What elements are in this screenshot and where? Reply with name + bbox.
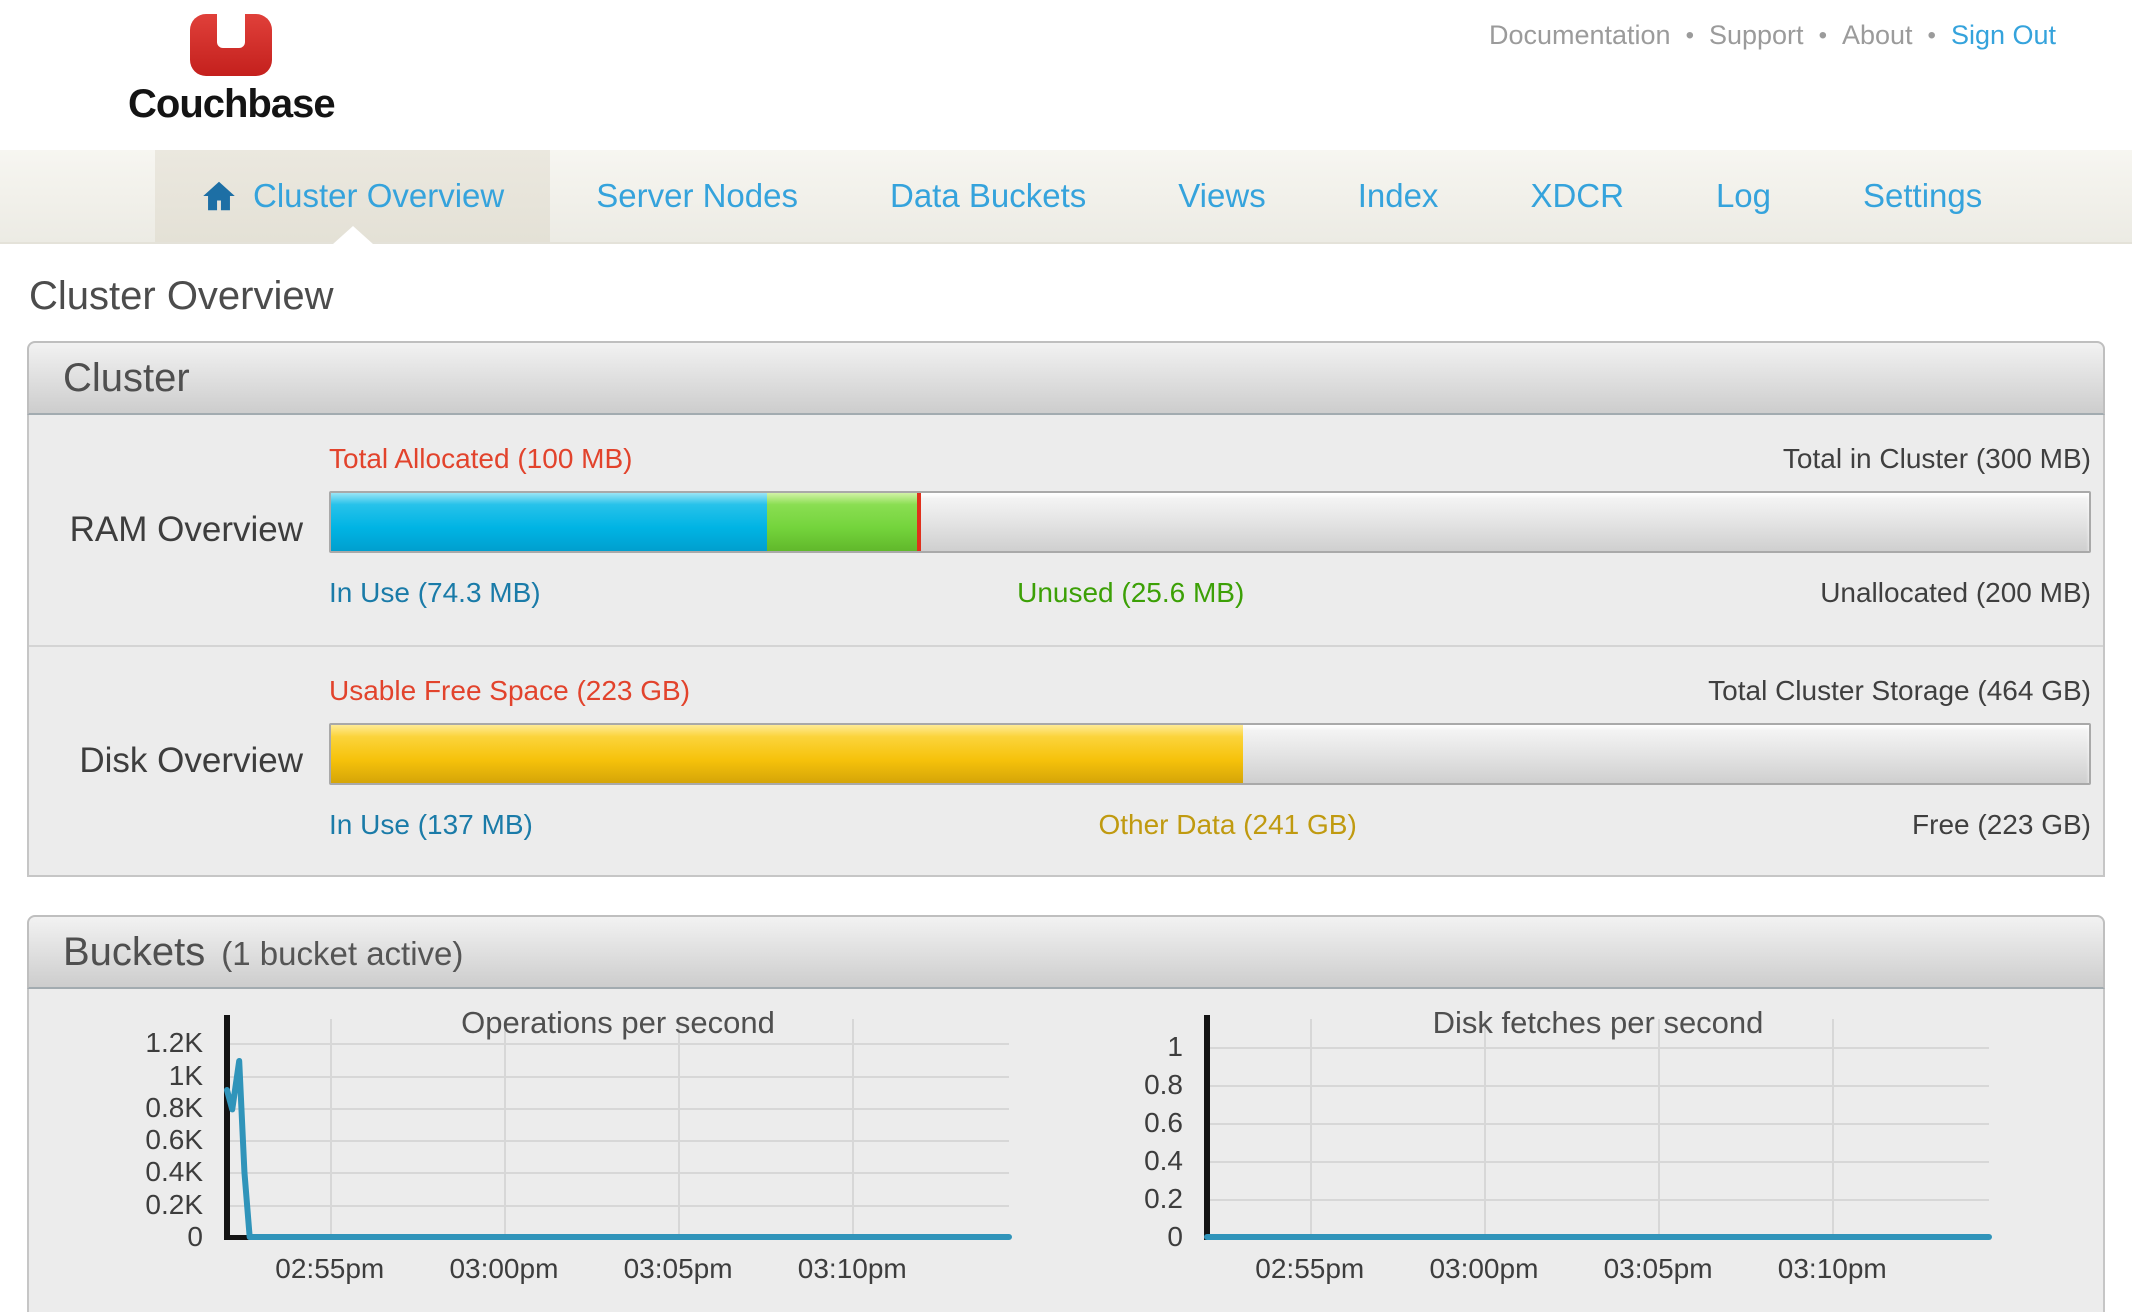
main-nav: Cluster Overview Server Nodes Data Bucke… xyxy=(0,150,2132,244)
ram-overview-row: RAM Overview Total Allocated (100 MB) To… xyxy=(29,415,2103,645)
couchbase-logo-text: Couchbase xyxy=(128,82,335,127)
ram-unused-segment xyxy=(767,493,918,551)
buckets-panel: Buckets (1 bucket active) Operations per… xyxy=(27,915,2105,1312)
home-icon xyxy=(201,178,237,214)
operations-per-second-chart: Operations per second 00.2K0.4K0.6K0.8K1… xyxy=(139,1005,1015,1297)
ops-chart-y-axis-labels: 00.2K0.4K0.6K0.8K1K1.2K xyxy=(139,1019,215,1237)
disk-usable-free-label: Usable Free Space (223 GB) xyxy=(329,675,690,707)
ram-unallocated-label: Unallocated (200 MB) xyxy=(1820,577,2091,609)
bucket-charts: Operations per second 00.2K0.4K0.6K0.8K1… xyxy=(29,989,2103,1312)
tab-views[interactable]: Views xyxy=(1132,150,1311,242)
buckets-panel-header: Buckets (1 bucket active) xyxy=(27,915,2105,989)
couchbase-console: Couchbase Documentation • Support • Abou… xyxy=(0,0,2132,1312)
fetches-chart-title: Disk fetches per second xyxy=(1207,1005,1989,1041)
ops-chart-title: Operations per second xyxy=(227,1005,1009,1041)
tab-label: Cluster Overview xyxy=(253,177,504,215)
disk-usage-bar xyxy=(329,723,2091,785)
link-separator: • xyxy=(1686,22,1694,50)
disk-other-data-label: Other Data (241 GB) xyxy=(1098,809,1356,841)
tab-settings[interactable]: Settings xyxy=(1817,150,2028,242)
ops-series-line xyxy=(227,1019,1009,1237)
fetches-chart-x-axis-labels: 02:55pm03:00pm03:05pm03:10pm xyxy=(1207,1251,1989,1291)
about-link[interactable]: About xyxy=(1842,20,1913,51)
buckets-active-count: (1 bucket active) xyxy=(221,919,463,989)
buckets-panel-title: Buckets xyxy=(63,917,205,987)
ram-unused-label: Unused (25.6 MB) xyxy=(1017,577,1244,609)
cluster-panel: Cluster RAM Overview Total Allocated (10… xyxy=(27,341,2105,877)
page-title: Cluster Overview xyxy=(29,274,2105,319)
sign-out-link[interactable]: Sign Out xyxy=(1951,20,2056,51)
couchbase-logo-icon xyxy=(190,14,272,76)
tab-data-buckets[interactable]: Data Buckets xyxy=(844,150,1132,242)
ops-chart-x-axis-labels: 02:55pm03:00pm03:05pm03:10pm xyxy=(227,1251,1009,1291)
disk-free-label: Free (223 GB) xyxy=(1912,809,2091,841)
fetches-chart-y-axis-labels: 00.20.40.60.81 xyxy=(1119,1019,1195,1237)
tab-log[interactable]: Log xyxy=(1670,150,1817,242)
ram-bar-zone: Total Allocated (100 MB) Total in Cluste… xyxy=(329,415,2103,645)
disk-other-data-segment xyxy=(331,725,1243,783)
tab-index[interactable]: Index xyxy=(1312,150,1485,242)
disk-in-use-label: In Use (137 MB) xyxy=(329,809,533,841)
ops-chart-plot xyxy=(227,1019,1009,1237)
documentation-link[interactable]: Documentation xyxy=(1489,20,1671,51)
fetches-series-line xyxy=(1207,1019,1989,1237)
fetches-chart-plot xyxy=(1207,1019,1989,1237)
cluster-panel-header: Cluster xyxy=(27,341,2105,415)
ram-in-use-segment xyxy=(331,493,767,551)
disk-overview-label: Disk Overview xyxy=(29,647,329,875)
ram-in-use-label: In Use (74.3 MB) xyxy=(329,577,541,609)
disk-bottom-labels: In Use (137 MB) Other Data (241 GB) Free… xyxy=(329,803,2091,843)
ram-allocated-marker xyxy=(917,493,921,551)
content-area: Cluster Overview Cluster RAM Overview To… xyxy=(0,274,2132,1312)
disk-overview-row: Disk Overview Usable Free Space (223 GB)… xyxy=(29,645,2103,875)
ram-total-allocated-label: Total Allocated (100 MB) xyxy=(329,443,633,475)
cluster-panel-body: RAM Overview Total Allocated (100 MB) To… xyxy=(27,415,2105,877)
tab-xdcr[interactable]: XDCR xyxy=(1484,150,1670,242)
link-separator: • xyxy=(1928,22,1936,50)
tab-server-nodes[interactable]: Server Nodes xyxy=(550,150,844,242)
top-header: Couchbase Documentation • Support • Abou… xyxy=(0,0,2132,150)
ram-total-in-cluster-label: Total in Cluster (300 MB) xyxy=(1783,443,2091,475)
tab-cluster-overview[interactable]: Cluster Overview xyxy=(155,150,550,242)
ram-overview-label: RAM Overview xyxy=(29,415,329,645)
link-separator: • xyxy=(1819,22,1827,50)
ram-top-labels: Total Allocated (100 MB) Total in Cluste… xyxy=(329,439,2091,479)
disk-bar-zone: Usable Free Space (223 GB) Total Cluster… xyxy=(329,647,2103,875)
cluster-panel-title: Cluster xyxy=(63,343,190,413)
utility-links: Documentation • Support • About • Sign O… xyxy=(1489,20,2056,51)
buckets-panel-body: Operations per second 00.2K0.4K0.6K0.8K1… xyxy=(27,989,2105,1312)
support-link[interactable]: Support xyxy=(1709,20,1804,51)
disk-total-storage-label: Total Cluster Storage (464 GB) xyxy=(1708,675,2091,707)
ram-usage-bar xyxy=(329,491,2091,553)
disk-fetches-per-second-chart: Disk fetches per second 00.20.40.60.81 0… xyxy=(1119,1005,1995,1297)
couchbase-logo[interactable]: Couchbase xyxy=(128,14,335,127)
ram-bottom-labels: In Use (74.3 MB) Unused (25.6 MB) Unallo… xyxy=(329,571,2091,611)
disk-top-labels: Usable Free Space (223 GB) Total Cluster… xyxy=(329,671,2091,711)
